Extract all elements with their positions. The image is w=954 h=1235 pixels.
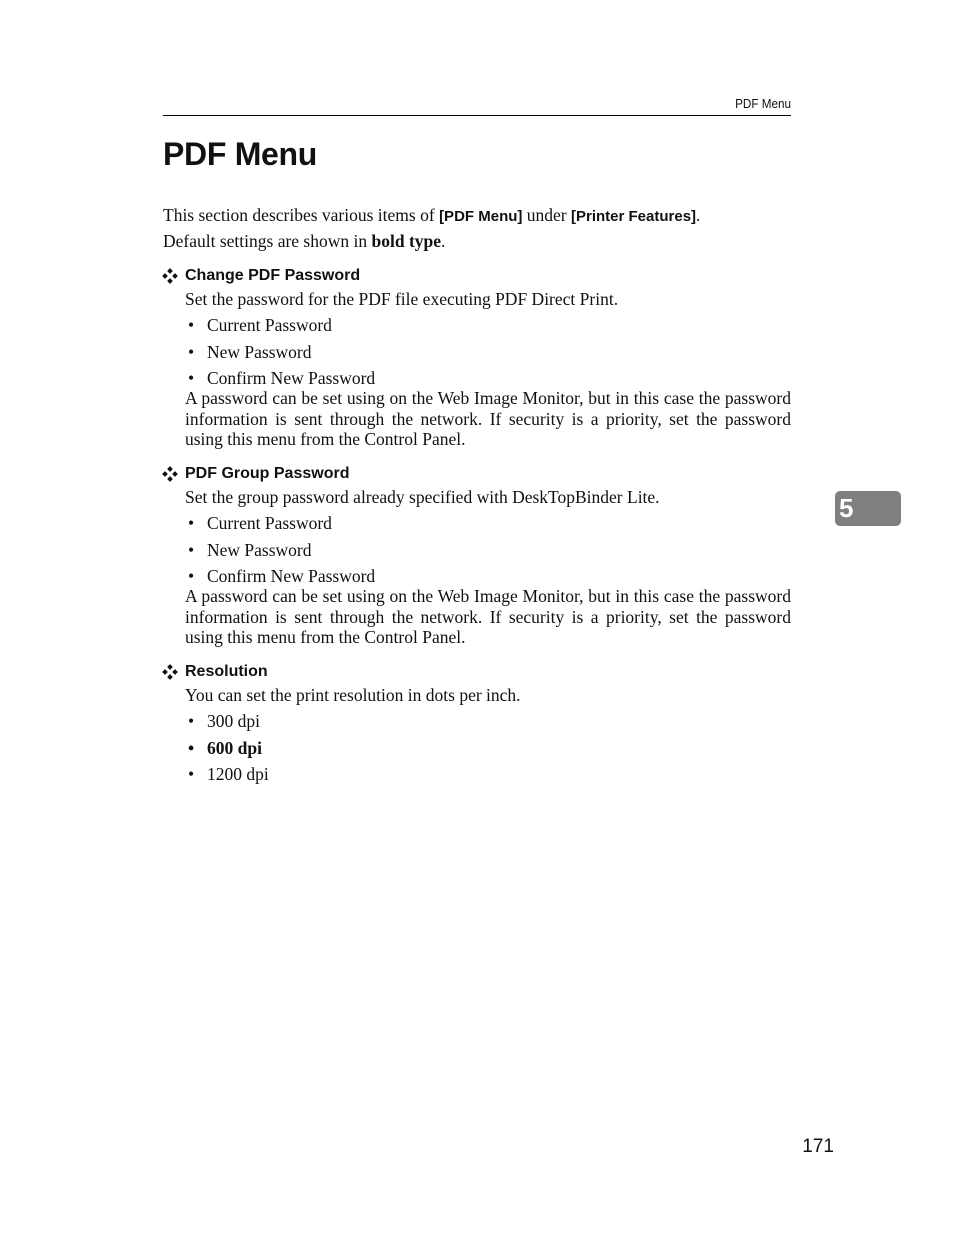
- diamond-bullet-icon: [162, 466, 178, 482]
- option-label: 1200 dpi: [207, 764, 269, 784]
- section-heading-change-pdf-password: Change PDF Password: [162, 267, 361, 285]
- section-description: Set the group password already specified…: [185, 487, 660, 507]
- section-heading-text: Resolution: [185, 663, 268, 680]
- list-item: 1200 dpi: [188, 764, 269, 784]
- option-label: Current Password: [207, 315, 332, 335]
- running-head: PDF Menu: [735, 96, 791, 111]
- list-item: Current Password: [188, 513, 332, 533]
- section-note: A password can be set using on the Web I…: [185, 388, 791, 449]
- option-label: 300 dpi: [207, 711, 260, 731]
- list-item-default: 600 dpi: [188, 738, 262, 758]
- section-heading-resolution: Resolution: [162, 663, 268, 681]
- intro-text: Default settings are shown in: [163, 231, 372, 251]
- intro-text: .: [441, 231, 446, 251]
- section-note: A password can be set using on the Web I…: [185, 586, 791, 647]
- intro-text: under: [522, 205, 571, 225]
- section-heading-text: Change PDF Password: [185, 267, 361, 284]
- section-description: You can set the print resolution in dots…: [185, 685, 521, 705]
- menu-parent-reference: [Printer Features]: [571, 208, 697, 225]
- option-label: New Password: [207, 540, 312, 560]
- list-item: New Password: [188, 342, 312, 362]
- header-rule: [163, 115, 791, 116]
- option-label-default: 600 dpi: [207, 738, 262, 758]
- option-label: Current Password: [207, 513, 332, 533]
- section-heading-pdf-group-password: PDF Group Password: [162, 465, 350, 483]
- list-item: Confirm New Password: [188, 566, 375, 586]
- chapter-tab: 5: [835, 491, 901, 526]
- list-item: Current Password: [188, 315, 332, 335]
- option-label: New Password: [207, 342, 312, 362]
- list-item: 300 dpi: [188, 711, 260, 731]
- page-number: 171: [802, 1136, 834, 1157]
- list-item: Confirm New Password: [188, 368, 375, 388]
- page-title: PDF Menu: [163, 136, 318, 172]
- list-item: New Password: [188, 540, 312, 560]
- bold-type-example: bold type: [371, 231, 442, 251]
- option-label: Confirm New Password: [207, 368, 376, 388]
- section-heading-text: PDF Group Password: [185, 465, 350, 482]
- intro-text: .: [696, 205, 701, 225]
- section-description: Set the password for the PDF file execut…: [185, 289, 619, 309]
- diamond-bullet-icon: [162, 664, 178, 680]
- menu-item-reference: [PDF Menu]: [439, 208, 523, 225]
- intro-line-1: This section describes various items of …: [163, 205, 700, 227]
- intro-text: This section describes various items of: [163, 205, 440, 225]
- diamond-bullet-icon: [162, 268, 178, 284]
- intro-line-2: Default settings are shown in bold type.: [163, 231, 445, 251]
- option-label: Confirm New Password: [207, 566, 376, 586]
